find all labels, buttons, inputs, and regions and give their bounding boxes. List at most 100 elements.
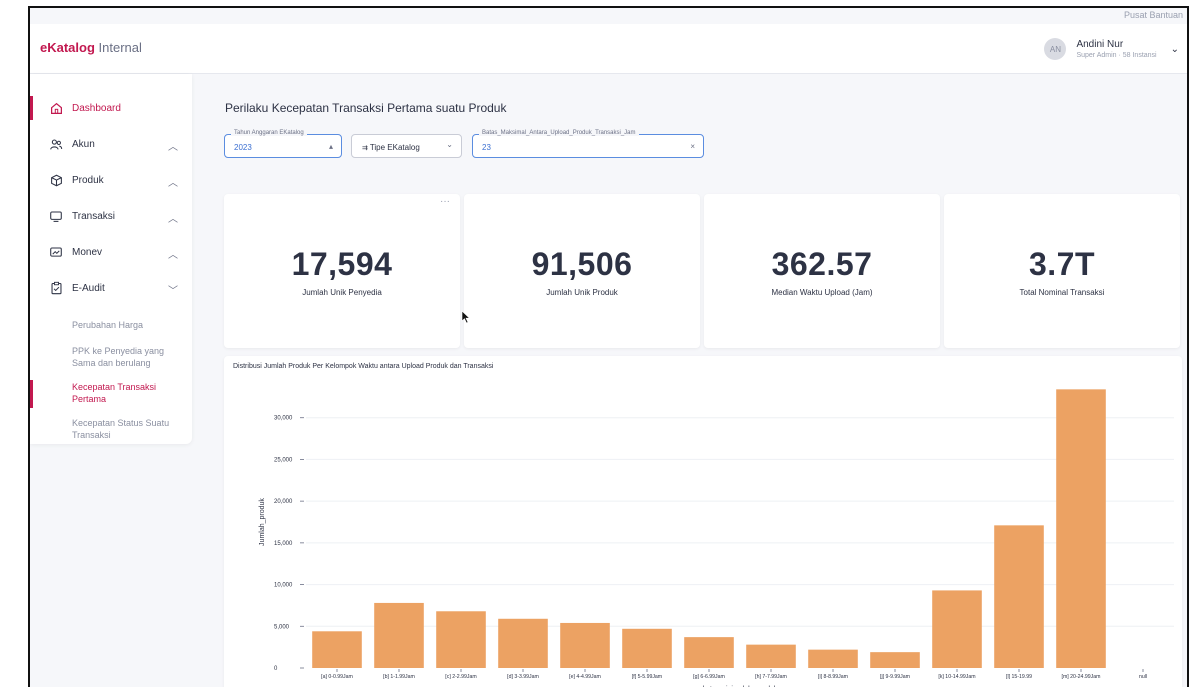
bar <box>684 637 734 668</box>
filter-tahun-anggaran[interactable]: Tahun Anggaran EKatalog 2023 ▴ <box>224 130 342 158</box>
clear-icon[interactable]: × <box>690 142 695 151</box>
sidebar-item-dashboard[interactable]: Dashboard <box>30 90 192 126</box>
x-tick-label: [l] 15-19.99 <box>1006 674 1032 680</box>
chevron-down-icon[interactable]: ⌄ <box>1171 44 1179 55</box>
y-tick-label: 30,000 <box>274 416 293 422</box>
y-tick-label: 5,000 <box>274 624 290 630</box>
kpi-card-produk: 91,506 Jumlah Unik Produk <box>464 194 700 348</box>
x-tick-label: [b] 1-1.99Jam <box>383 674 415 680</box>
chevron-up-icon[interactable]: ︿ <box>168 138 178 153</box>
y-axis-label: Jumlah_produk <box>259 498 266 546</box>
x-tick-label: [c] 2-2.99Jam <box>445 674 476 680</box>
x-tick-label: [k] 10-14.99Jam <box>938 674 975 680</box>
bar <box>808 649 858 668</box>
y-tick-label: 20,000 <box>274 499 293 505</box>
users-icon <box>48 136 64 152</box>
x-tick-label: [e] 4-4.99Jam <box>569 674 601 680</box>
bar <box>994 525 1044 668</box>
bar <box>312 631 362 668</box>
sidebar-item-transaksi[interactable]: Transaksi ︿ <box>30 198 192 234</box>
chart-card: Distribusi Jumlah Produk Per Kelompok Wa… <box>224 356 1182 687</box>
filter-batas-maksimal[interactable]: Batas_Maksimal_Antara_Upload_Produk_Tran… <box>472 130 704 158</box>
sidebar-item-monev[interactable]: Monev ︿ <box>30 234 192 270</box>
chevron-up-icon[interactable]: ︿ <box>168 174 178 189</box>
sidebar-item-label: Akun <box>72 138 95 150</box>
bar <box>870 652 920 668</box>
filter-label: Batas_Maksimal_Antara_Upload_Produk_Tran… <box>479 130 639 136</box>
y-tick-label: 0 <box>274 666 278 672</box>
kpi-value: 362.57 <box>771 246 873 282</box>
filter-value: ⇉ Tipe EKatalog <box>362 143 420 152</box>
sidebar-subitem-ppk-penyedia[interactable]: PPK ke Penyedia yang Sama dan berulang <box>30 340 192 374</box>
brand-name: eKatalog <box>40 40 95 55</box>
chevron-down-icon[interactable]: ⌄ <box>446 140 453 149</box>
help-center-link[interactable]: Pusat Bantuan <box>1124 10 1183 20</box>
kpi-label: Jumlah Unik Produk <box>546 288 618 297</box>
more-icon[interactable]: ··· <box>440 196 450 207</box>
x-tick-label: [m] 20-24.99Jam <box>1062 674 1101 680</box>
kpi-label: Jumlah Unik Penyedia <box>302 288 382 297</box>
y-tick-label: 15,000 <box>274 541 293 547</box>
brand-logo[interactable]: eKatalog Internal <box>40 40 142 55</box>
home-icon <box>48 100 64 116</box>
filter-value: 23 <box>482 143 491 152</box>
filter-icon: ⇉ <box>362 145 370 152</box>
sidebar-item-akun[interactable]: Akun ︿ <box>30 126 192 162</box>
y-tick-label: 10,000 <box>274 583 293 589</box>
x-tick-label: [a] 0-0.99Jam <box>321 674 353 680</box>
avatar: AN <box>1044 38 1067 60</box>
sidebar-subitem-kecepatan-transaksi[interactable]: Kecepatan Transaksi Pertama <box>30 376 192 410</box>
chevron-up-icon[interactable]: ︿ <box>168 246 178 261</box>
sidebar-item-label: E-Audit <box>72 282 105 294</box>
page-title: Perilaku Kecepatan Transaksi Pertama sua… <box>225 101 507 115</box>
kpi-card-total-nominal: 3.7T Total Nominal Transaksi <box>944 194 1180 348</box>
chevron-up-icon[interactable]: ︿ <box>168 210 178 225</box>
mouse-cursor-icon <box>461 310 471 324</box>
kpi-card-penyedia: ··· 17,594 Jumlah Unik Penyedia <box>224 194 460 348</box>
kpi-card-median-waktu: 362.57 Median Waktu Upload (Jam) <box>704 194 940 348</box>
sidebar-subitem-perubahan-harga[interactable]: Perubahan Harga <box>30 314 192 336</box>
filter-tipe-ekatalog[interactable]: ⇉ Tipe EKatalog ⌄ <box>351 134 462 158</box>
filter-value: 2023 <box>234 143 252 152</box>
chevron-down-icon[interactable]: ﹀ <box>168 282 178 297</box>
user-info: Andini Nur Super Admin · 58 Instansi <box>1076 39 1156 59</box>
sidebar-item-produk[interactable]: Produk ︿ <box>30 162 192 198</box>
filter-label: Tahun Anggaran EKatalog <box>231 130 307 136</box>
brand-suffix: Internal <box>94 40 142 55</box>
kpi-value: 3.7T <box>1028 246 1096 282</box>
chevron-up-icon[interactable]: ▴ <box>329 142 333 151</box>
box-icon <box>48 172 64 188</box>
bar <box>560 622 610 668</box>
clipboard-check-icon <box>48 280 64 296</box>
user-name: Andini Nur <box>1076 39 1124 50</box>
kpi-label: Median Waktu Upload (Jam) <box>771 288 873 297</box>
x-tick-label: [f] 5-5.99Jam <box>632 674 662 680</box>
bar <box>1056 389 1106 668</box>
x-tick-label: [h] 7-7.99Jam <box>755 674 787 680</box>
x-tick-label: [j] 9-9.99Jam <box>880 674 910 680</box>
kpi-value: 17,594 <box>291 246 393 282</box>
bar <box>622 628 672 668</box>
sidebar: Dashboard Akun ︿ Produk ︿ Transaksi ︿ Mo… <box>30 74 192 444</box>
kpi-value: 91,506 <box>531 246 633 282</box>
sidebar-item-label: Transaksi <box>72 210 115 222</box>
kpi-label: Total Nominal Transaksi <box>1019 288 1105 297</box>
sidebar-item-label: Dashboard <box>72 102 121 114</box>
monitor-icon <box>48 208 64 224</box>
sidebar-item-label: Produk <box>72 174 104 186</box>
user-menu[interactable]: AN Andini Nur Super Admin · 58 Instansi … <box>1044 32 1179 66</box>
bar <box>498 618 548 668</box>
chart-window-icon <box>48 244 64 260</box>
sidebar-item-label: Monev <box>72 246 103 258</box>
top-bar: eKatalog Internal AN Andini Nur Super Ad… <box>30 24 1187 74</box>
x-tick-label: [d] 3-3.99Jam <box>507 674 539 680</box>
sidebar-subitem-kecepatan-status[interactable]: Kecepatan Status Suatu Transaksi <box>30 412 192 446</box>
bar <box>374 602 424 668</box>
x-tick-label: [g] 6-6.99Jam <box>693 674 725 680</box>
user-role: Super Admin · 58 Instansi <box>1076 52 1157 59</box>
bar <box>932 590 982 668</box>
bar <box>746 644 796 668</box>
app-window: Pusat Bantuan eKatalog Internal AN Andin… <box>28 6 1189 687</box>
bar-chart: 0 5,000 10,000 15,000 20,000 25,000 30,000 [a] … <box>259 389 1174 687</box>
sidebar-item-e-audit[interactable]: E-Audit ﹀ <box>30 270 192 306</box>
